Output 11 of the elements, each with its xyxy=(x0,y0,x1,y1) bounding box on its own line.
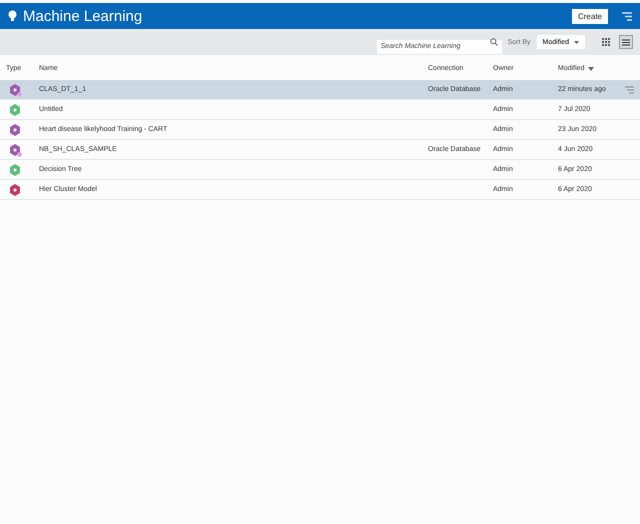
caret-icon xyxy=(574,40,579,44)
create-button[interactable]: Create xyxy=(572,8,608,24)
list-view-button[interactable] xyxy=(619,35,633,49)
sort-descending-icon xyxy=(588,66,594,70)
grid-icon xyxy=(602,38,610,46)
lightbulb-icon xyxy=(8,10,17,22)
list-icon xyxy=(622,38,630,46)
search-icon xyxy=(490,38,498,46)
app-title: Machine Learning xyxy=(23,8,144,24)
menu-icon[interactable] xyxy=(622,12,632,20)
grid-view-button[interactable] xyxy=(599,35,613,49)
